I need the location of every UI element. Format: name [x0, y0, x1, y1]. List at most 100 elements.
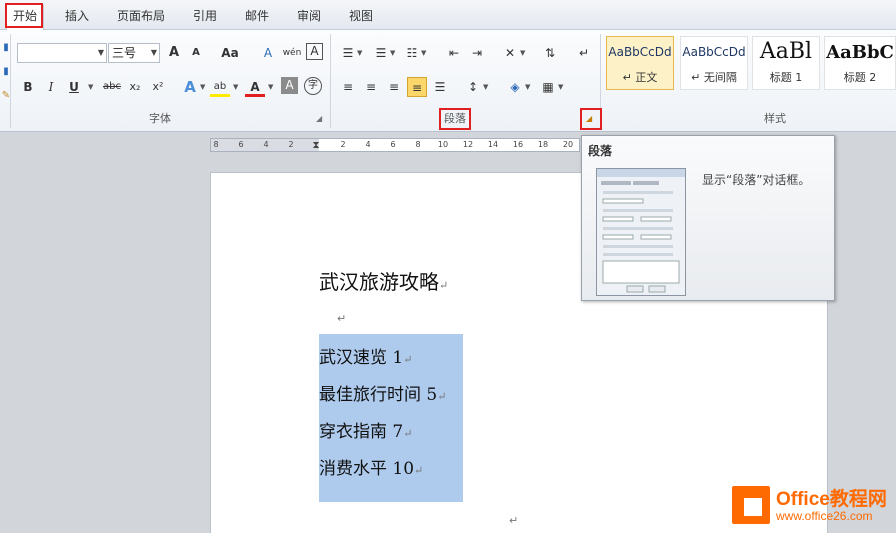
- subscript-button[interactable]: x₂: [125, 77, 145, 97]
- align-left-icon[interactable]: ≡: [338, 77, 358, 97]
- sort-icon[interactable]: ⇅: [540, 43, 560, 63]
- paragraph-tooltip: 段落 显示“段落”对话框。: [581, 135, 835, 301]
- style-sample: AaBbCcDd: [608, 45, 672, 59]
- paragraph-group-label: 段落: [444, 112, 466, 125]
- tab-references[interactable]: 引用: [186, 6, 224, 26]
- paragraph-dialog-launcher-icon[interactable]: ◢: [586, 114, 596, 124]
- font-group-label: 字体: [149, 112, 171, 125]
- decrease-indent-icon[interactable]: ⇤: [444, 43, 464, 63]
- chevron-down-icon[interactable]: ▼: [558, 77, 563, 97]
- tab-home[interactable]: 开始: [6, 4, 44, 30]
- enclose-characters-button[interactable]: 字: [304, 77, 322, 95]
- strikethrough-button[interactable]: abc: [100, 77, 124, 97]
- tab-review[interactable]: 审阅: [290, 6, 328, 26]
- shrink-font-button[interactable]: A: [186, 43, 206, 63]
- ruler-number: 6: [390, 140, 396, 149]
- show-marks-icon[interactable]: ↵: [574, 43, 594, 63]
- paste-icon[interactable]: ▮: [0, 38, 16, 58]
- increase-indent-icon[interactable]: ⇥: [467, 43, 487, 63]
- change-case-button[interactable]: Aa: [218, 43, 242, 63]
- chevron-down-icon[interactable]: ▼: [525, 77, 530, 97]
- ribbon-tab-bar: 开始 插入 页面布局 引用 邮件 审阅 视图: [0, 0, 896, 30]
- style-sample: AaBbCcDd: [682, 45, 746, 59]
- numbering-icon[interactable]: ☰: [371, 43, 391, 63]
- format-painter-icon[interactable]: ✎: [0, 86, 16, 106]
- document-line[interactable]: 穿衣指南 7↵: [319, 417, 412, 442]
- document-line[interactable]: 消费水平 10↵: [319, 454, 423, 479]
- tab-page-layout[interactable]: 页面布局: [110, 6, 172, 26]
- font-name-combo[interactable]: ▼: [17, 43, 107, 63]
- chevron-down-icon[interactable]: ▼: [233, 77, 238, 97]
- paragraph-dialog-preview-image: [596, 168, 686, 296]
- align-center-icon[interactable]: ≡: [361, 77, 381, 97]
- document-line-text: 消费水平 10: [319, 459, 415, 479]
- ruler-number: 8: [213, 140, 219, 149]
- ruler-number: 14: [487, 140, 499, 149]
- document-line[interactable]: 最佳旅行时间 5↵: [319, 380, 446, 405]
- ribbon: ▮ ▮ ✎ ▼ 三号 ▼ A A Aa A wén A B I U ▼ abc …: [0, 30, 896, 132]
- italic-button[interactable]: I: [41, 77, 61, 97]
- shading-icon[interactable]: ◈: [505, 77, 525, 97]
- chevron-down-icon[interactable]: ▼: [200, 77, 205, 97]
- style-no-spacing[interactable]: AaBbCcDd ↵ 无间隔: [680, 36, 748, 90]
- chevron-down-icon[interactable]: ▼: [88, 77, 93, 97]
- superscript-button[interactable]: x²: [148, 77, 168, 97]
- style-name: 标题 1: [769, 71, 803, 84]
- ruler-number: 4: [365, 140, 371, 149]
- chevron-down-icon: ▼: [97, 48, 104, 57]
- document-line[interactable]: 武汉速览 1↵: [319, 343, 412, 368]
- font-size-combo[interactable]: 三号 ▼: [108, 43, 160, 63]
- style-heading-2[interactable]: AaBbC 标题 2: [824, 36, 896, 90]
- tab-mailings[interactable]: 邮件: [238, 6, 276, 26]
- character-border-button[interactable]: A: [306, 43, 323, 60]
- ruler-number: 2: [340, 140, 346, 149]
- chevron-down-icon[interactable]: ▼: [483, 77, 488, 97]
- paragraph-mark: ↵: [337, 312, 347, 325]
- indent-marker-icon[interactable]: ⧗: [309, 140, 323, 151]
- watermark-url: www.office26.com: [776, 509, 873, 523]
- tooltip-description: 显示“段落”对话框。: [702, 173, 811, 187]
- paragraph-mark: ↵: [509, 514, 519, 527]
- font-dialog-launcher-icon[interactable]: ◢: [316, 114, 326, 124]
- highlight-button[interactable]: ab: [210, 77, 230, 97]
- line-spacing-icon[interactable]: ↕: [463, 77, 483, 97]
- chevron-down-icon: ▼: [150, 48, 157, 57]
- character-shading-button[interactable]: A: [281, 77, 298, 94]
- chevron-down-icon[interactable]: ▼: [357, 43, 362, 63]
- chinese-layout-icon[interactable]: ✕: [500, 43, 520, 63]
- ruler-number: 20: [562, 140, 574, 149]
- ruler-number: 12: [462, 140, 474, 149]
- style-name: ↵ 无间隔: [691, 71, 737, 84]
- office26-watermark: Office教程网 www.office26.com: [730, 484, 890, 528]
- align-right-icon[interactable]: ≡: [384, 77, 404, 97]
- style-name: ↵ 正文: [622, 71, 658, 84]
- phonetic-guide-button[interactable]: wén: [282, 43, 302, 63]
- style-heading-1[interactable]: AaBl 标题 1: [752, 36, 820, 90]
- group-separator: [10, 34, 11, 128]
- multilevel-list-icon[interactable]: ☷: [402, 43, 422, 63]
- font-color-button[interactable]: A: [245, 77, 265, 97]
- chevron-down-icon[interactable]: ▼: [390, 43, 395, 63]
- text-effect-button[interactable]: A: [180, 77, 200, 97]
- borders-icon[interactable]: ▦: [538, 77, 558, 97]
- bullets-icon[interactable]: ☰: [338, 43, 358, 63]
- chevron-down-icon[interactable]: ▼: [421, 43, 426, 63]
- tab-insert[interactable]: 插入: [58, 6, 96, 26]
- style-normal[interactable]: AaBbCcDd ↵ 正文: [606, 36, 674, 90]
- underline-button[interactable]: U: [64, 77, 84, 97]
- bold-button[interactable]: B: [18, 77, 38, 97]
- tooltip-title: 段落: [588, 144, 613, 158]
- chevron-down-icon[interactable]: ▼: [520, 43, 525, 63]
- style-sample: AaBbC: [826, 42, 894, 63]
- chevron-down-icon[interactable]: ▼: [268, 77, 273, 97]
- clear-format-button[interactable]: A: [258, 43, 278, 63]
- copy-icon[interactable]: ▮: [0, 62, 16, 82]
- tab-view[interactable]: 视图: [342, 6, 380, 26]
- ruler-number: 6: [238, 140, 244, 149]
- justify-icon[interactable]: ≡: [407, 77, 427, 97]
- group-separator: [330, 34, 331, 128]
- document-line-text: 最佳旅行时间 5: [319, 385, 438, 405]
- horizontal-ruler[interactable]: 8 6 4 2 ⧗ 2 4 6 8 10 12 14 16 18 20: [210, 138, 580, 152]
- grow-font-button[interactable]: A: [164, 43, 184, 63]
- distributed-icon[interactable]: ☰: [430, 77, 450, 97]
